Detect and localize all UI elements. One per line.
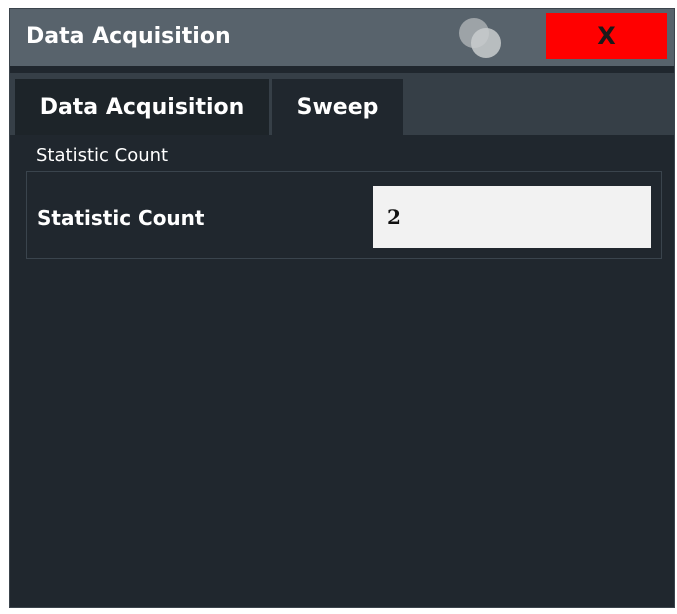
statistic-count-input[interactable] xyxy=(373,186,651,248)
window-title: Data Acquisition xyxy=(26,24,231,49)
statistic-count-label: Statistic Count xyxy=(37,206,205,230)
group-title: Statistic Count xyxy=(36,145,169,166)
close-icon: X xyxy=(597,22,616,50)
tab-data-acquisition[interactable]: Data Acquisition xyxy=(15,79,269,135)
statistic-count-group: Statistic Count xyxy=(26,171,662,259)
tab-sweep[interactable]: Sweep xyxy=(272,79,403,135)
overlapping-circles-icon xyxy=(450,13,510,63)
close-button[interactable]: X xyxy=(546,13,667,59)
title-bar[interactable]: Data Acquisition X xyxy=(10,9,674,66)
tab-bar: Data Acquisition Sweep xyxy=(10,73,674,135)
dialog-window: Data Acquisition X Data Acquisition Swee… xyxy=(9,8,675,608)
